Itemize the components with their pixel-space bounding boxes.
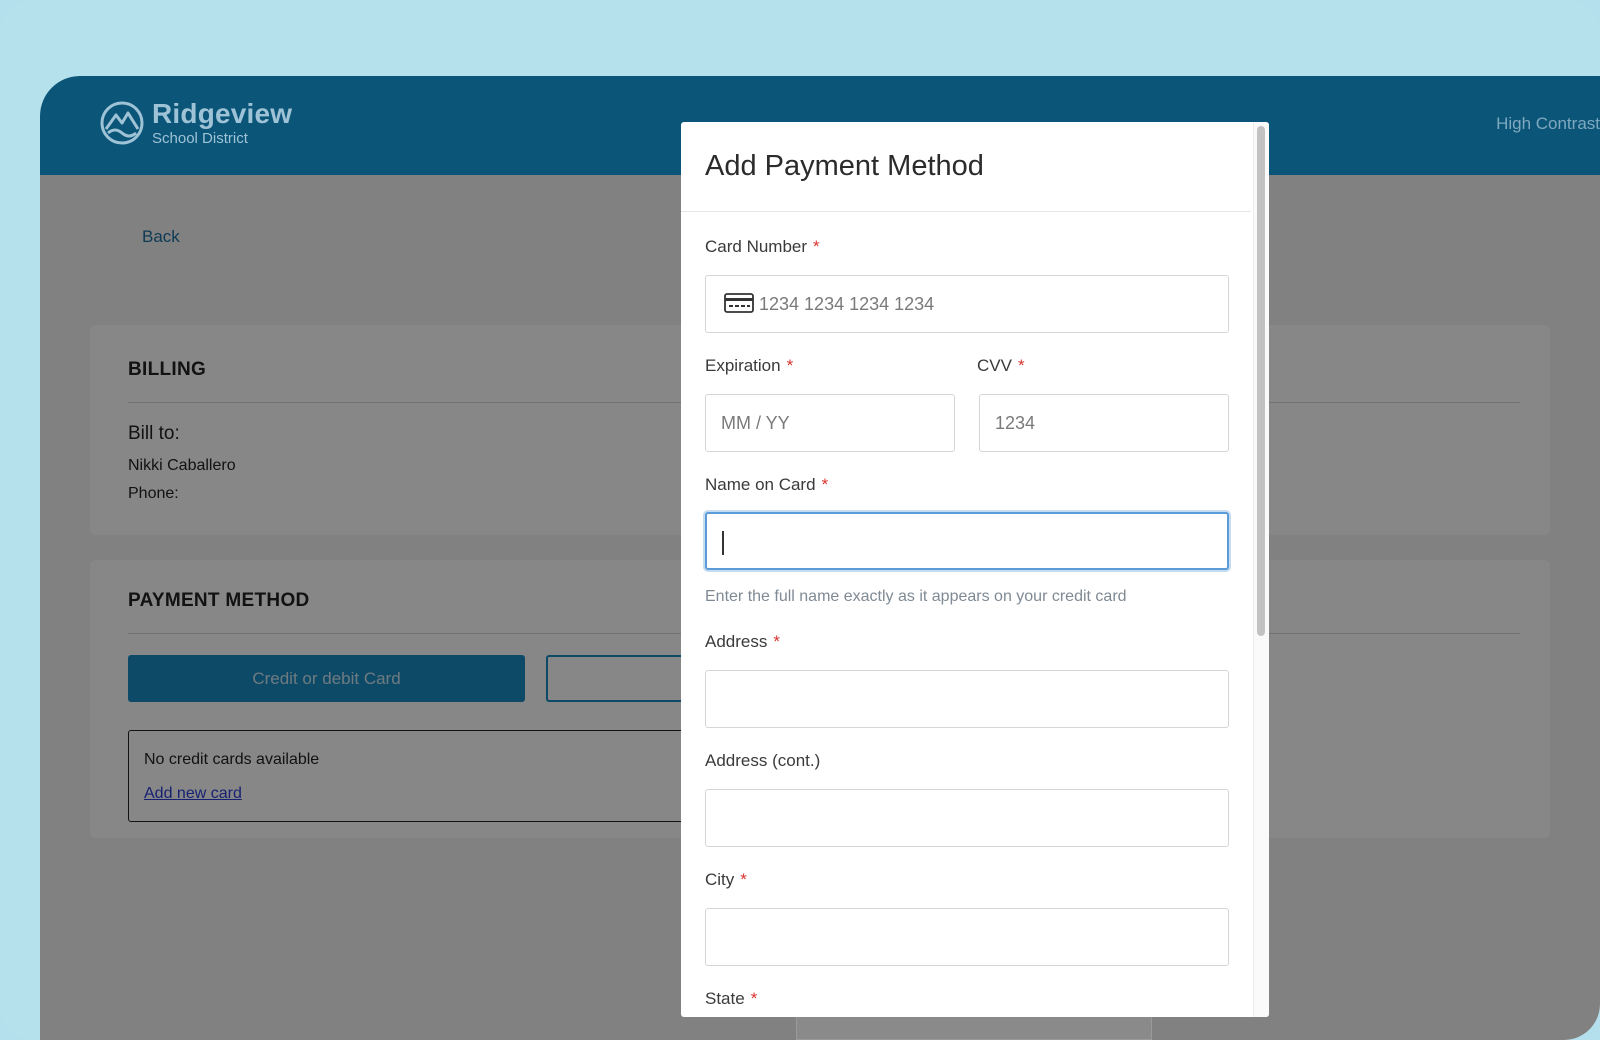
cvv-input[interactable]: 1234	[979, 394, 1229, 452]
city-input[interactable]	[705, 908, 1229, 966]
address-label: Address *	[705, 632, 780, 652]
required-mark: *	[1017, 356, 1025, 375]
expiration-input[interactable]: MM / YY	[705, 394, 955, 452]
modal-scrollbar[interactable]	[1253, 122, 1269, 1017]
cvv-label: CVV *	[977, 356, 1025, 376]
address-label-text: Address	[705, 632, 768, 651]
add-payment-modal: Add Payment Method Card Number * 1234 123…	[681, 122, 1269, 1017]
required-mark: *	[813, 237, 820, 256]
required-mark: *	[740, 870, 747, 889]
expiration-label: Expiration *	[705, 356, 793, 376]
card-number-label: Card Number *	[705, 237, 820, 257]
expiration-label-text: Expiration	[705, 356, 781, 375]
required-mark: *	[773, 632, 780, 651]
required-mark: *	[750, 989, 758, 1008]
name-on-card-input[interactable]	[705, 512, 1229, 570]
required-mark: *	[786, 356, 794, 375]
modal-header: Add Payment Method	[681, 122, 1251, 212]
credit-card-icon	[724, 293, 754, 313]
name-on-card-label-text: Name on Card	[705, 475, 816, 494]
state-label: State *	[705, 989, 757, 1009]
cvv-placeholder: 1234	[995, 413, 1036, 433]
card-number-placeholder: 1234 1234 1234 1234	[759, 294, 935, 314]
address-cont-input[interactable]	[705, 789, 1229, 847]
address-cont-label: Address (cont.)	[705, 751, 820, 771]
cvv-label-text: CVV	[977, 356, 1012, 375]
card-number-label-text: Card Number	[705, 237, 808, 256]
address-cont-label-text: Address (cont.)	[705, 751, 821, 770]
name-on-card-label: Name on Card *	[705, 475, 828, 495]
city-label: City *	[705, 870, 747, 890]
city-label-text: City	[705, 870, 735, 889]
modal-scrollbar-thumb[interactable]	[1257, 126, 1265, 636]
address-input[interactable]	[705, 670, 1229, 728]
modal-title: Add Payment Method	[705, 150, 984, 182]
card-number-input[interactable]: 1234 1234 1234 1234	[705, 275, 1229, 333]
required-mark: *	[821, 475, 829, 494]
text-cursor	[722, 531, 724, 555]
expiration-placeholder: MM / YY	[721, 413, 790, 433]
name-on-card-hint: Enter the full name exactly as it appear…	[705, 588, 1127, 605]
state-label-text: State	[705, 989, 745, 1008]
